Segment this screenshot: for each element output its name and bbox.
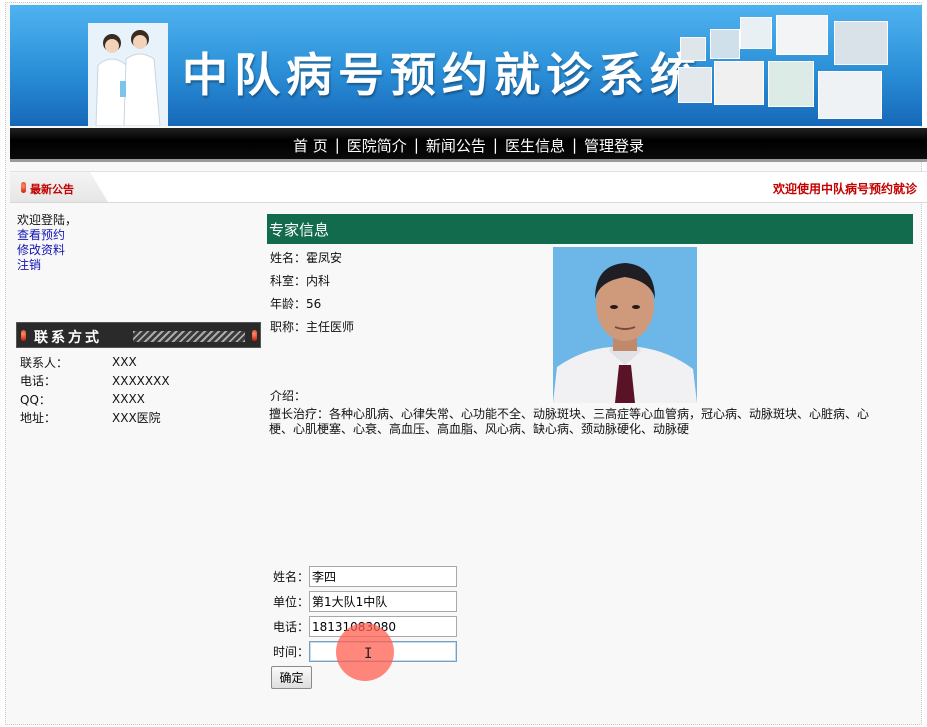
main-nav: 首 页 | 医院简介 | 新闻公告 | 医生信息 | 管理登录 [10, 128, 927, 162]
doctors-illustration [88, 23, 168, 126]
contact-table: 联系人： XXX 电话： XXXXXXX QQ： XXXX 地址： XXX医院 [20, 353, 170, 427]
form-row-unit: 单位： [273, 591, 457, 612]
contact-key: 电话： [20, 374, 57, 389]
nav-separator: | [334, 136, 340, 154]
view-appointments-link[interactable]: 查看预约 [17, 228, 77, 243]
contact-value: XXX [112, 355, 137, 370]
hospital-photo-collage [678, 15, 893, 123]
red-pill-icon [21, 182, 26, 193]
contact-value: XXX医院 [112, 411, 161, 426]
unit-input[interactable] [309, 591, 457, 612]
header-decoration [133, 331, 245, 342]
notice-marquee: 欢迎使用中队病号预约就诊 [773, 182, 918, 196]
doctor-description: 擅长治疗：各种心肌病、心律失常、心功能不全、动脉斑块、三高症等心血管病，冠心病、… [269, 407, 870, 436]
time-label: 时间： [273, 645, 310, 659]
submit-button[interactable]: 确定 [271, 666, 312, 689]
intro-label: 介绍： [270, 389, 307, 403]
contact-value: XXXXXXX [112, 373, 170, 388]
contact-key: 地址： [20, 411, 57, 426]
nav-news[interactable]: 新闻公告 [420, 135, 492, 156]
name-label: 姓名： [273, 570, 310, 584]
nav-home[interactable]: 首 页 [287, 135, 334, 156]
contact-header: 联系方式 [16, 322, 261, 348]
doctor-name: 姓名：霍凤安 [270, 251, 343, 265]
edit-profile-link[interactable]: 修改资料 [17, 243, 77, 258]
doctor-department: 科室：内科 [270, 274, 331, 288]
red-pill-icon [252, 330, 257, 341]
table-row: 电话： XXXXXXX [20, 372, 170, 391]
nav-doctors[interactable]: 医生信息 [499, 135, 571, 156]
notice-bar: 最新公告 欢迎使用中队病号预约就诊 [10, 171, 927, 203]
name-input[interactable] [309, 566, 457, 587]
table-row: 地址： XXX医院 [20, 409, 170, 428]
logout-link[interactable]: 注销 [17, 258, 77, 273]
table-row: QQ： XXXX [20, 390, 170, 409]
system-title: 中队病号预约就诊系统 [182, 48, 702, 102]
form-row-name: 姓名： [273, 566, 457, 587]
nav-separator: | [413, 136, 419, 154]
user-panel: 欢迎登陆， 查看预约 修改资料 注销 [17, 213, 77, 273]
nav-separator: | [492, 136, 498, 154]
notice-tab-label: 最新公告 [30, 183, 74, 196]
text-cursor-icon: I [364, 646, 373, 662]
contact-title: 联系方式 [34, 330, 102, 346]
nav-admin-login[interactable]: 管理登录 [578, 135, 650, 156]
nav-separator: | [571, 136, 578, 154]
contact-key: QQ： [20, 392, 51, 407]
table-row: 联系人： XXX [20, 353, 170, 372]
site-banner: 中队病号预约就诊系统 [10, 5, 922, 126]
contact-value: XXXX [112, 392, 145, 407]
doctor-title: 职称：主任医师 [270, 320, 355, 334]
nav-hospital-intro[interactable]: 医院简介 [341, 135, 413, 156]
contact-key: 联系人： [20, 355, 69, 370]
unit-label: 单位： [273, 595, 310, 609]
red-pill-icon [21, 330, 26, 341]
doctor-age: 年龄：56 [270, 297, 322, 311]
expert-info-heading: 专家信息 [267, 214, 913, 244]
welcome-text: 欢迎登陆， [17, 213, 78, 227]
doctor-photo [553, 247, 697, 403]
phone-label: 电话： [273, 620, 310, 634]
